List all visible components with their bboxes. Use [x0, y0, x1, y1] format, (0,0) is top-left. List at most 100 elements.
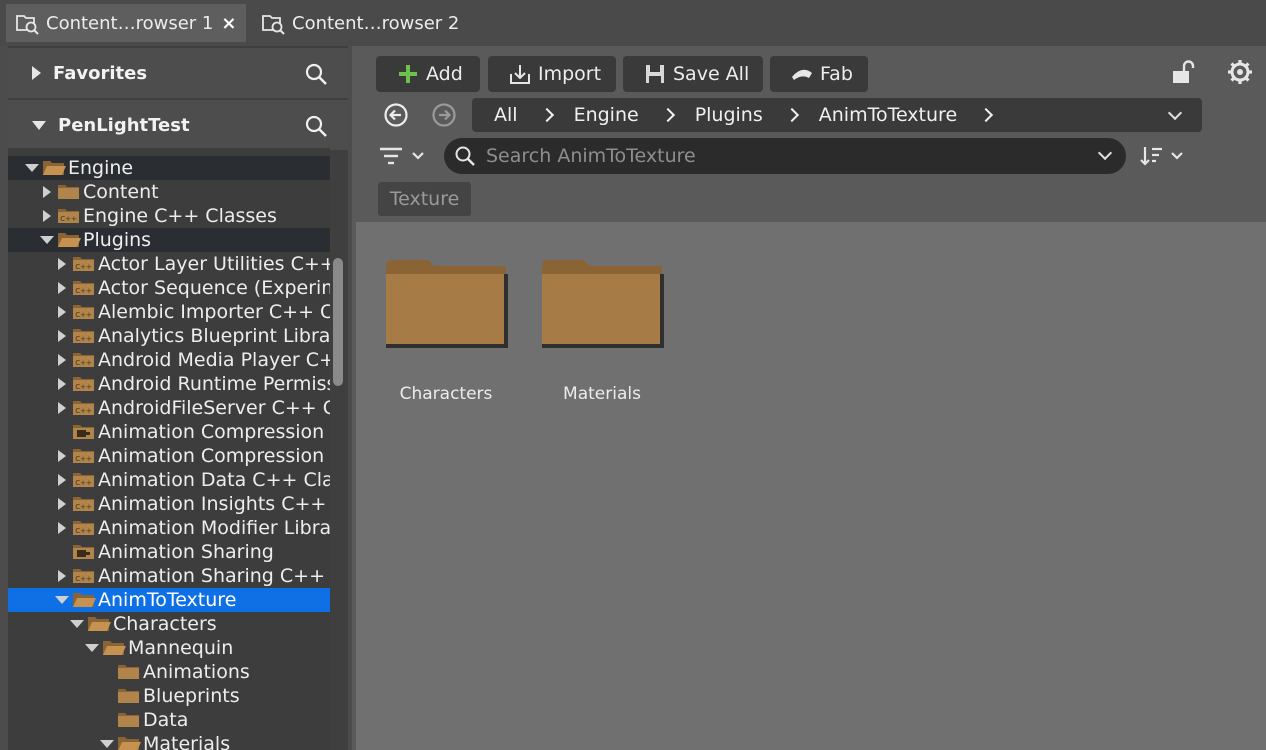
tree-item[interactable]: Animation Sharing	[8, 540, 330, 564]
project-label: PenLightTest	[58, 114, 190, 136]
fab-button[interactable]: Fab	[770, 56, 868, 92]
expand-arrow-icon[interactable]	[40, 185, 54, 199]
collapse-arrow-icon[interactable]	[70, 617, 84, 631]
filter-chip-row	[356, 178, 1266, 222]
tree-item[interactable]: C++ Alembic Importer C++ Classes	[8, 300, 330, 324]
asset-folder-materials[interactable]: Materials	[540, 254, 664, 414]
tree-item[interactable]: C++ Android Media Player C++ Classes	[8, 348, 330, 372]
tree-item[interactable]: C++ Animation Data C++ Classes	[8, 468, 330, 492]
back-arrow-icon[interactable]	[383, 102, 409, 128]
tree-scrollbar[interactable]	[333, 258, 343, 386]
tab-label: Content…rowser 1	[46, 12, 214, 34]
expand-arrow-icon[interactable]	[55, 449, 69, 463]
expand-arrow-icon[interactable]	[55, 521, 69, 535]
svg-text:C++: C++	[75, 335, 92, 343]
tree-item[interactable]: C++ Actor Layer Utilities C++ Classes	[8, 252, 330, 276]
tree-item[interactable]: Plugins	[8, 228, 330, 252]
close-tab-icon[interactable]: ×	[221, 13, 236, 34]
tree-item[interactable]: Animation Compression Library	[8, 420, 330, 444]
search-icon[interactable]	[304, 62, 328, 86]
project-header[interactable]: PenLightTest	[8, 100, 348, 150]
folder-icon	[542, 260, 664, 348]
filter-icon[interactable]	[378, 144, 430, 168]
expand-arrow-icon[interactable]	[55, 353, 69, 367]
tree-item-label: Engine	[68, 157, 134, 179]
svg-text:C++: C++	[75, 359, 92, 367]
tree-item[interactable]: Engine	[8, 156, 330, 180]
tree-item[interactable]: Content	[8, 180, 330, 204]
chevron-down-icon[interactable]	[1097, 145, 1113, 161]
folder-icon	[118, 665, 139, 679]
collapse-arrow-icon[interactable]	[100, 737, 114, 750]
expand-arrow-icon[interactable]	[55, 305, 69, 319]
collapse-arrow-icon[interactable]	[85, 641, 99, 655]
folder-open-icon	[88, 617, 111, 631]
expand-arrow-icon[interactable]	[55, 497, 69, 511]
tree-item[interactable]: C++ Analytics Blueprint Library C++ Class…	[8, 324, 330, 348]
favorites-label: Favorites	[53, 62, 148, 84]
favorites-header[interactable]: Favorites	[8, 48, 348, 98]
tree-item[interactable]: C++ Animation Modifier Library C++ Classe…	[8, 516, 330, 540]
tree-item[interactable]: C++ Actor Sequence (Experimental) C++ Cla…	[8, 276, 330, 300]
svg-text:C++: C++	[60, 215, 77, 223]
breadcrumb-engine[interactable]: Engine	[574, 104, 639, 126]
tree-item-label: Actor Layer Utilities C++ Classes	[98, 253, 330, 275]
collapse-arrow-icon[interactable]	[40, 233, 54, 247]
texture-filter-chip[interactable]: Texture	[378, 182, 471, 216]
tree-item[interactable]: Materials	[8, 732, 330, 750]
import-button[interactable]: Import	[488, 56, 616, 92]
tab-content-browser-2[interactable]: Content…rowser 2	[252, 4, 482, 42]
expand-arrow-icon[interactable]	[55, 281, 69, 295]
tree-item[interactable]: C++ AndroidFileServer C++ Classes	[8, 396, 330, 420]
expand-arrow-icon[interactable]	[40, 209, 54, 223]
folder-open-icon	[73, 593, 96, 607]
forward-arrow-icon[interactable]	[431, 102, 457, 128]
tree-item-label: AnimToTexture	[98, 589, 237, 611]
chevron-down-icon[interactable]	[1167, 105, 1183, 121]
tree-item[interactable]: Animations	[8, 660, 330, 684]
unlock-icon[interactable]	[1168, 58, 1196, 86]
expand-arrow-icon[interactable]	[55, 329, 69, 343]
svg-text:C++: C++	[75, 407, 92, 415]
asset-folder-characters[interactable]: Characters	[384, 254, 508, 414]
tab-content-browser-1[interactable]: Content…rowser 1 ×	[6, 4, 246, 42]
tree-item[interactable]: AnimToTexture	[8, 588, 330, 612]
tree-item[interactable]: C++ Animation Insights C++ Classes	[8, 492, 330, 516]
chevron-right-icon[interactable]	[784, 107, 799, 123]
breadcrumb-all[interactable]: All	[494, 104, 518, 126]
chevron-right-icon[interactable]	[660, 107, 675, 123]
tree-item[interactable]: C++ Animation Compression Library C++ Cla…	[8, 444, 330, 468]
breadcrumb-animtotexture[interactable]: AnimToTexture	[819, 104, 957, 126]
tree-item[interactable]: Data	[8, 708, 330, 732]
expand-arrow-icon[interactable]	[55, 257, 69, 271]
tree-item-label: Data	[143, 709, 189, 731]
collapse-arrow-icon[interactable]	[25, 161, 39, 175]
tree-item[interactable]: C++ Animation Sharing C++ Classes	[8, 564, 330, 588]
search-placeholder: Search AnimToTexture	[486, 145, 696, 167]
tree-item[interactable]: Blueprints	[8, 684, 330, 708]
save-all-button[interactable]: Save All	[623, 56, 763, 92]
expand-arrow-icon[interactable]	[55, 473, 69, 487]
chevron-right-icon[interactable]	[979, 107, 994, 123]
expand-arrow-icon[interactable]	[55, 401, 69, 415]
search-field[interactable]: Search AnimToTexture	[444, 138, 1126, 174]
search-icon	[455, 146, 475, 166]
expand-arrow-icon[interactable]	[55, 377, 69, 391]
collapse-arrow-icon[interactable]	[55, 593, 69, 607]
settings-gear-icon[interactable]	[1226, 58, 1254, 86]
folder-tree[interactable]: Engine Content C++ Engine C++ Classes Plugin…	[8, 148, 330, 750]
expand-arrow-icon[interactable]	[55, 569, 69, 583]
tree-item[interactable]: Mannequin	[8, 636, 330, 660]
sort-icon[interactable]	[1140, 144, 1188, 168]
tree-item[interactable]: C++ Android Runtime Permission C++ Classe…	[8, 372, 330, 396]
content-browser-window: Content…rowser 1 × Content…rowser 2 Favo…	[0, 0, 1266, 750]
tree-item[interactable]: C++ Engine C++ Classes	[8, 204, 330, 228]
search-icon[interactable]	[304, 114, 328, 138]
add-button[interactable]: Add	[376, 56, 480, 92]
tree-item[interactable]: Characters	[8, 612, 330, 636]
folder-open-icon	[43, 161, 66, 175]
breadcrumb-plugins[interactable]: Plugins	[695, 104, 763, 126]
no-expander	[100, 713, 114, 727]
breadcrumb[interactable]: All Engine Plugins AnimToTexture	[472, 98, 1202, 132]
chevron-right-icon[interactable]	[539, 107, 554, 123]
